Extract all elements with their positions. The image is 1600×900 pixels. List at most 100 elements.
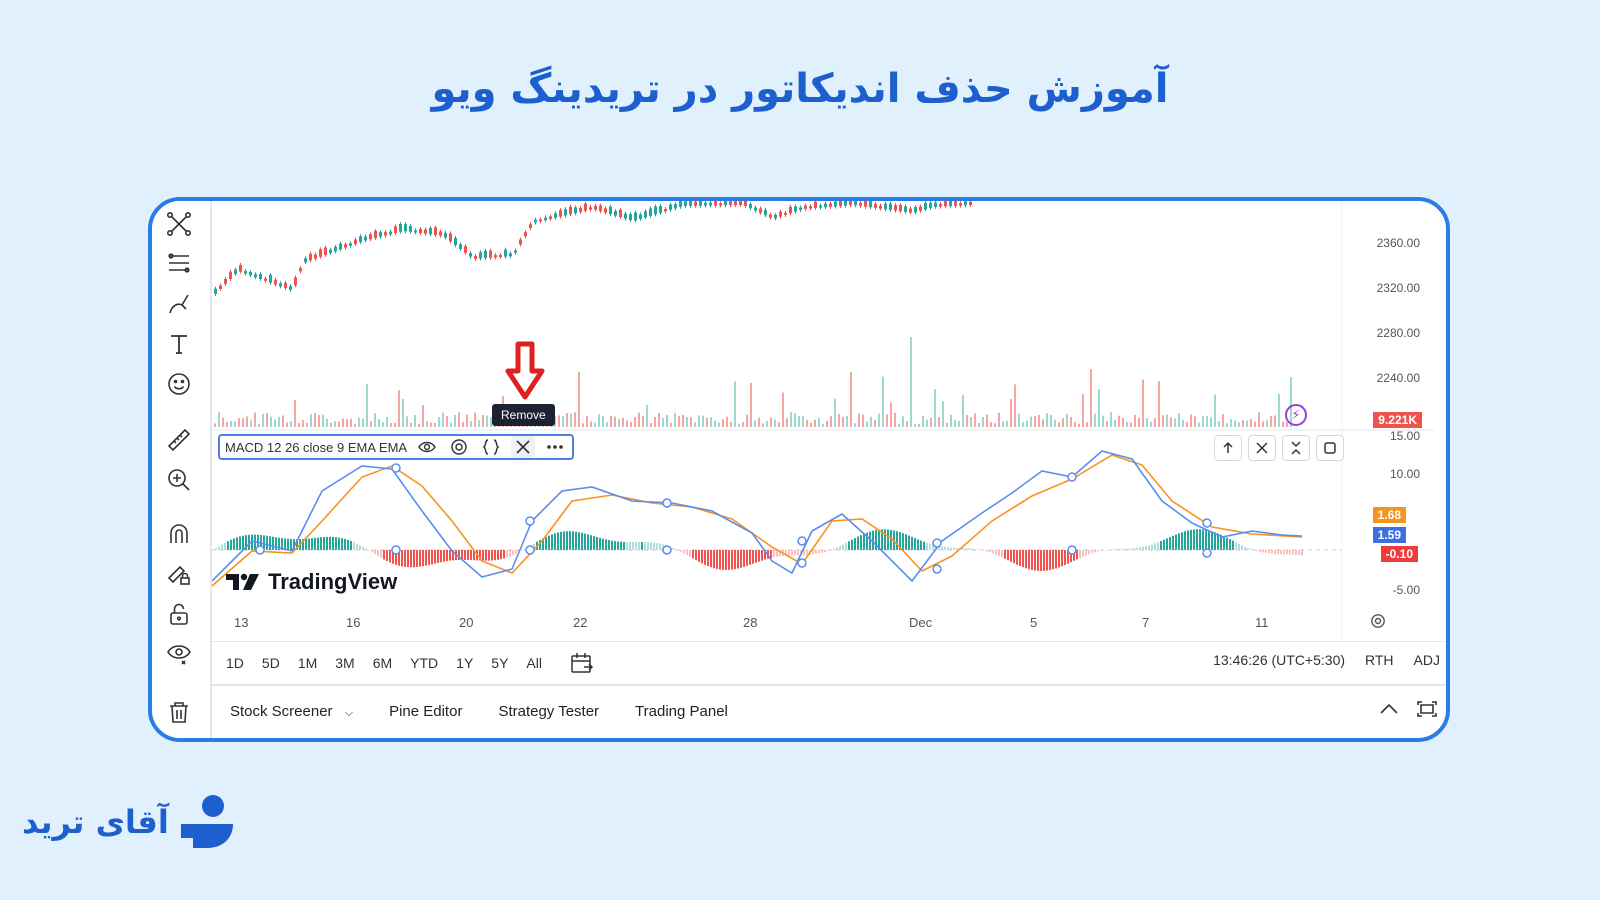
range-button[interactable]: 1D bbox=[222, 653, 248, 673]
volume-bar bbox=[706, 417, 708, 427]
collapse-pane-icon[interactable] bbox=[1282, 435, 1310, 461]
macd-histogram-bar bbox=[989, 550, 991, 553]
range-button[interactable]: 5D bbox=[258, 653, 284, 673]
volume-bar bbox=[266, 413, 268, 427]
volume-bar bbox=[686, 417, 688, 427]
adjust-toggle[interactable]: ADJ bbox=[1414, 652, 1440, 668]
trend-line-tool-icon[interactable] bbox=[164, 209, 194, 239]
volume-bar bbox=[670, 422, 672, 427]
volume-bar bbox=[242, 418, 244, 427]
hide-drawings-icon[interactable] bbox=[164, 639, 194, 669]
macd-axis-label: 15.00 bbox=[1389, 429, 1420, 443]
remove-tooltip: Remove bbox=[492, 404, 555, 426]
source-code-icon[interactable] bbox=[479, 436, 503, 458]
macd-histogram-bar bbox=[1016, 550, 1018, 565]
axis-settings-icon[interactable] bbox=[1370, 613, 1386, 632]
candle-body bbox=[344, 244, 347, 248]
range-button[interactable]: All bbox=[522, 653, 546, 673]
session-toggle[interactable]: RTH bbox=[1365, 652, 1394, 668]
volume-bar bbox=[930, 417, 932, 427]
time-axis[interactable]: 13 16 20 22 28 Dec 5 7 11 bbox=[212, 611, 1434, 635]
goto-date-icon[interactable] bbox=[570, 652, 594, 674]
macd-histogram-bar bbox=[1292, 550, 1294, 555]
range-button[interactable]: 5Y bbox=[487, 653, 512, 673]
macd-histogram-bar bbox=[488, 550, 490, 561]
candle-body bbox=[909, 208, 912, 213]
macd-histogram-bar bbox=[839, 546, 841, 550]
range-button[interactable]: YTD bbox=[406, 653, 442, 673]
tab-strategy-tester[interactable]: Strategy Tester bbox=[498, 703, 599, 720]
candle-body bbox=[699, 201, 702, 206]
more-options-icon[interactable] bbox=[543, 436, 567, 458]
volume-bar bbox=[858, 413, 860, 427]
volume-bar bbox=[758, 417, 760, 427]
trash-icon[interactable] bbox=[164, 697, 194, 727]
volume-bar bbox=[314, 413, 316, 427]
magnet-icon[interactable] bbox=[164, 519, 194, 549]
range-button[interactable]: 6M bbox=[369, 653, 396, 673]
macd-histogram-bar bbox=[698, 550, 700, 562]
volume-bar bbox=[486, 415, 488, 427]
volume-bar bbox=[610, 415, 612, 427]
macd-legend[interactable]: MACD 12 26 close 9 EMA EMA bbox=[218, 434, 574, 460]
macd-histogram-bar bbox=[842, 544, 844, 550]
macd-histogram-bar bbox=[233, 538, 235, 550]
candle-body bbox=[564, 209, 567, 216]
price-axis-label: 2320.00 bbox=[1376, 281, 1420, 295]
range-button[interactable]: 3M bbox=[331, 653, 358, 673]
emoji-tool-icon[interactable] bbox=[164, 369, 194, 399]
delete-pane-icon[interactable] bbox=[1248, 435, 1276, 461]
remove-close-icon[interactable] bbox=[511, 436, 536, 458]
candle-body bbox=[754, 207, 757, 211]
maximize-pane-icon[interactable] bbox=[1316, 435, 1344, 461]
macd-histogram-bar bbox=[845, 542, 847, 550]
macd-histogram-bar bbox=[917, 539, 919, 550]
range-button[interactable]: 1Y bbox=[452, 653, 477, 673]
volume-bar bbox=[322, 414, 324, 427]
macd-histogram-bar bbox=[716, 550, 718, 569]
candle-body bbox=[579, 207, 582, 213]
volume-bar bbox=[726, 416, 728, 427]
volume-bar bbox=[234, 421, 236, 427]
text-tool-icon[interactable] bbox=[164, 329, 194, 359]
macd-histogram-bar bbox=[407, 550, 409, 568]
lightning-icon[interactable]: ⚡ bbox=[1285, 404, 1307, 426]
volume-bar bbox=[1038, 414, 1040, 427]
candle-body bbox=[254, 274, 257, 278]
chevron-up-icon[interactable] bbox=[1378, 699, 1400, 723]
macd-histogram-bar bbox=[1049, 550, 1051, 571]
candle-body bbox=[954, 201, 957, 206]
maximize-panel-icon[interactable] bbox=[1416, 699, 1438, 723]
tab-trading-panel[interactable]: Trading Panel bbox=[635, 703, 728, 720]
volume-bar bbox=[346, 419, 348, 427]
settings-gear-icon[interactable] bbox=[447, 436, 471, 458]
volume-bar bbox=[1262, 421, 1264, 427]
tab-label: Stock Screener bbox=[230, 702, 333, 720]
volume-bar bbox=[1122, 417, 1124, 427]
macd-histogram-bar bbox=[347, 539, 349, 550]
brush-tool-icon[interactable] bbox=[164, 289, 194, 319]
macd-histogram-bar bbox=[515, 550, 517, 554]
lock-icon[interactable] bbox=[164, 599, 194, 629]
volume-bar bbox=[350, 418, 352, 427]
fib-tool-icon[interactable] bbox=[164, 249, 194, 279]
candle-body bbox=[329, 249, 332, 254]
volume-bar bbox=[1266, 420, 1268, 427]
candle-body bbox=[844, 201, 847, 206]
tab-pine-editor[interactable]: Pine Editor bbox=[389, 703, 462, 720]
ruler-tool-icon[interactable] bbox=[164, 425, 194, 455]
range-button[interactable]: 1M bbox=[294, 653, 321, 673]
candle-body bbox=[849, 201, 852, 206]
lock-drawings-icon[interactable] bbox=[164, 559, 194, 589]
macd-histogram-bar bbox=[566, 531, 568, 550]
macd-histogram-bar bbox=[1094, 550, 1096, 553]
clock-readout[interactable]: 13:46:26 (UTC+5:30) bbox=[1213, 652, 1345, 668]
volume-bar bbox=[926, 419, 928, 427]
zoom-in-icon[interactable] bbox=[164, 465, 194, 495]
eye-icon[interactable] bbox=[415, 436, 439, 458]
macd-histogram-bar bbox=[1259, 550, 1261, 552]
move-pane-up-icon[interactable] bbox=[1214, 435, 1242, 461]
bottom-panel-bar: Stock Screener ⌵ Pine Editor Strategy Te… bbox=[212, 689, 1446, 733]
macd-histogram-bar bbox=[857, 536, 859, 550]
tab-stock-screener[interactable]: Stock Screener ⌵ bbox=[230, 703, 353, 720]
